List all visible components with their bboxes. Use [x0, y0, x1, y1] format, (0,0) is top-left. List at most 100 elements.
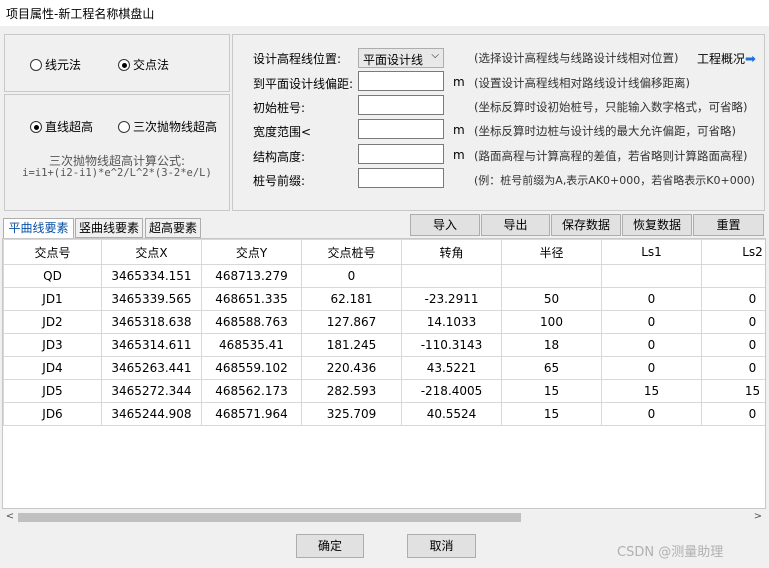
table-cell[interactable]: 18: [501, 333, 602, 357]
table-cell[interactable]: 43.5221: [401, 356, 502, 380]
prefix-input[interactable]: [358, 168, 444, 188]
table-cell[interactable]: 65: [501, 356, 602, 380]
table-row[interactable]: JD6 3465244.908 468571.964 325.709 40.5524 15…: [3, 402, 765, 426]
table-cell[interactable]: 15: [501, 402, 602, 426]
table-cell[interactable]: 14.1033: [401, 310, 502, 334]
start-input[interactable]: [358, 95, 444, 115]
save-data-button[interactable]: 保存数据: [551, 214, 621, 236]
table-cell[interactable]: 468713.279: [201, 264, 302, 288]
table-cell[interactable]: 468588.763: [201, 310, 302, 334]
col-header-ls2[interactable]: Ls2: [701, 239, 765, 265]
table-cell[interactable]: 0: [701, 310, 765, 334]
radio-sanci-indicator[interactable]: [118, 121, 130, 133]
table-cell[interactable]: 468535.41: [201, 333, 302, 357]
table-cell[interactable]: JD5: [3, 379, 102, 403]
table-row[interactable]: JD1 3465339.565 468651.335 62.181 -23.2911 50…: [3, 287, 765, 311]
col-header-y[interactable]: 交点Y: [201, 239, 302, 265]
horizontal-scrollbar[interactable]: < >: [2, 509, 766, 526]
radio-sanci[interactable]: 三次抛物线超高: [118, 118, 217, 135]
table-cell[interactable]: 181.245: [301, 333, 402, 357]
table-row[interactable]: JD3 3465314.611 468535.41 181.245 -110.3143 1…: [3, 333, 765, 357]
tab-superelevation[interactable]: 超高要素: [145, 218, 201, 238]
reset-button[interactable]: 重置: [693, 214, 764, 236]
table-row[interactable]: JD4 3465263.441 468559.102 220.436 43.5221 65…: [3, 356, 765, 380]
table-cell[interactable]: -23.2911: [401, 287, 502, 311]
export-button[interactable]: 导出: [481, 214, 550, 236]
offset-input[interactable]: [358, 71, 444, 91]
table-cell[interactable]: 3465334.151: [101, 264, 202, 288]
col-header-x[interactable]: 交点X: [101, 239, 202, 265]
table-cell[interactable]: 127.867: [301, 310, 402, 334]
table-cell[interactable]: [701, 264, 765, 288]
table-cell[interactable]: [601, 264, 702, 288]
col-header-radius[interactable]: 半径: [501, 239, 602, 265]
table-cell[interactable]: [401, 264, 502, 288]
table-cell[interactable]: 15: [601, 379, 702, 403]
table-cell[interactable]: JD4: [3, 356, 102, 380]
table-cell[interactable]: 325.709: [301, 402, 402, 426]
radio-zhixian[interactable]: 直线超高: [30, 118, 93, 135]
table-row[interactable]: JD2 3465318.638 468588.763 127.867 14.1033 10…: [3, 310, 765, 334]
table-cell[interactable]: 3465272.344: [101, 379, 202, 403]
table-cell[interactable]: 15: [701, 379, 765, 403]
tab-horizontal-curve[interactable]: 平曲线要素: [3, 218, 74, 239]
table-cell[interactable]: 282.593: [301, 379, 402, 403]
table-row[interactable]: QD 3465334.151 468713.279 0: [3, 264, 765, 288]
overview-link[interactable]: 工程概况➡: [697, 50, 756, 67]
table-cell[interactable]: 0: [701, 356, 765, 380]
table-cell[interactable]: 0: [601, 402, 702, 426]
col-header-jd[interactable]: 交点号: [3, 239, 102, 265]
table-cell[interactable]: 0: [601, 287, 702, 311]
table-cell[interactable]: 0: [301, 264, 402, 288]
table-cell[interactable]: 0: [601, 356, 702, 380]
col-header-station[interactable]: 交点桩号: [301, 239, 402, 265]
curve-table[interactable]: 交点号 交点X 交点Y 交点桩号 转角 半径 Ls1 Ls2 QD 3465334…: [2, 238, 766, 509]
tab-vertical-curve[interactable]: 竖曲线要素: [75, 218, 143, 238]
scroll-right-icon[interactable]: >: [752, 511, 764, 522]
table-cell[interactable]: 50: [501, 287, 602, 311]
radio-jiaodian[interactable]: 交点法: [118, 56, 169, 73]
table-cell[interactable]: 3465318.638: [101, 310, 202, 334]
scroll-left-icon[interactable]: <: [4, 511, 16, 522]
table-cell[interactable]: 468571.964: [201, 402, 302, 426]
table-cell[interactable]: 220.436: [301, 356, 402, 380]
table-cell[interactable]: 3465339.565: [101, 287, 202, 311]
radio-xianyuan[interactable]: 线元法: [30, 56, 81, 73]
table-cell[interactable]: -218.4005: [401, 379, 502, 403]
table-cell[interactable]: JD3: [3, 333, 102, 357]
table-cell[interactable]: 468651.335: [201, 287, 302, 311]
table-cell[interactable]: 100: [501, 310, 602, 334]
table-cell[interactable]: 3465263.441: [101, 356, 202, 380]
table-cell[interactable]: [501, 264, 602, 288]
width-input[interactable]: [358, 119, 444, 139]
radio-xianyuan-indicator[interactable]: [30, 59, 42, 71]
table-cell[interactable]: 0: [701, 333, 765, 357]
table-cell[interactable]: 62.181: [301, 287, 402, 311]
table-cell[interactable]: 468562.173: [201, 379, 302, 403]
cancel-button[interactable]: 取消: [407, 534, 476, 558]
table-cell[interactable]: 15: [501, 379, 602, 403]
ok-button[interactable]: 确定: [296, 534, 364, 558]
scrollbar-thumb[interactable]: [18, 513, 521, 522]
table-cell[interactable]: JD2: [3, 310, 102, 334]
table-cell[interactable]: 468559.102: [201, 356, 302, 380]
table-cell[interactable]: 0: [601, 310, 702, 334]
radio-jiaodian-indicator[interactable]: [118, 59, 130, 71]
radio-zhixian-indicator[interactable]: [30, 121, 42, 133]
table-cell[interactable]: 3465244.908: [101, 402, 202, 426]
table-cell[interactable]: 0: [601, 333, 702, 357]
col-header-angle[interactable]: 转角: [401, 239, 502, 265]
table-cell[interactable]: JD1: [3, 287, 102, 311]
table-cell[interactable]: 3465314.611: [101, 333, 202, 357]
position-select[interactable]: 平面设计线 ⌵: [358, 48, 444, 68]
col-header-ls1[interactable]: Ls1: [601, 239, 702, 265]
struct-input[interactable]: [358, 144, 444, 164]
table-cell[interactable]: 0: [701, 287, 765, 311]
table-cell[interactable]: 40.5524: [401, 402, 502, 426]
table-row[interactable]: JD5 3465272.344 468562.173 282.593 -218.4005…: [3, 379, 765, 403]
table-cell[interactable]: QD: [3, 264, 102, 288]
table-cell[interactable]: -110.3143: [401, 333, 502, 357]
import-button[interactable]: 导入: [410, 214, 480, 236]
table-cell[interactable]: 0: [701, 402, 765, 426]
table-cell[interactable]: JD6: [3, 402, 102, 426]
